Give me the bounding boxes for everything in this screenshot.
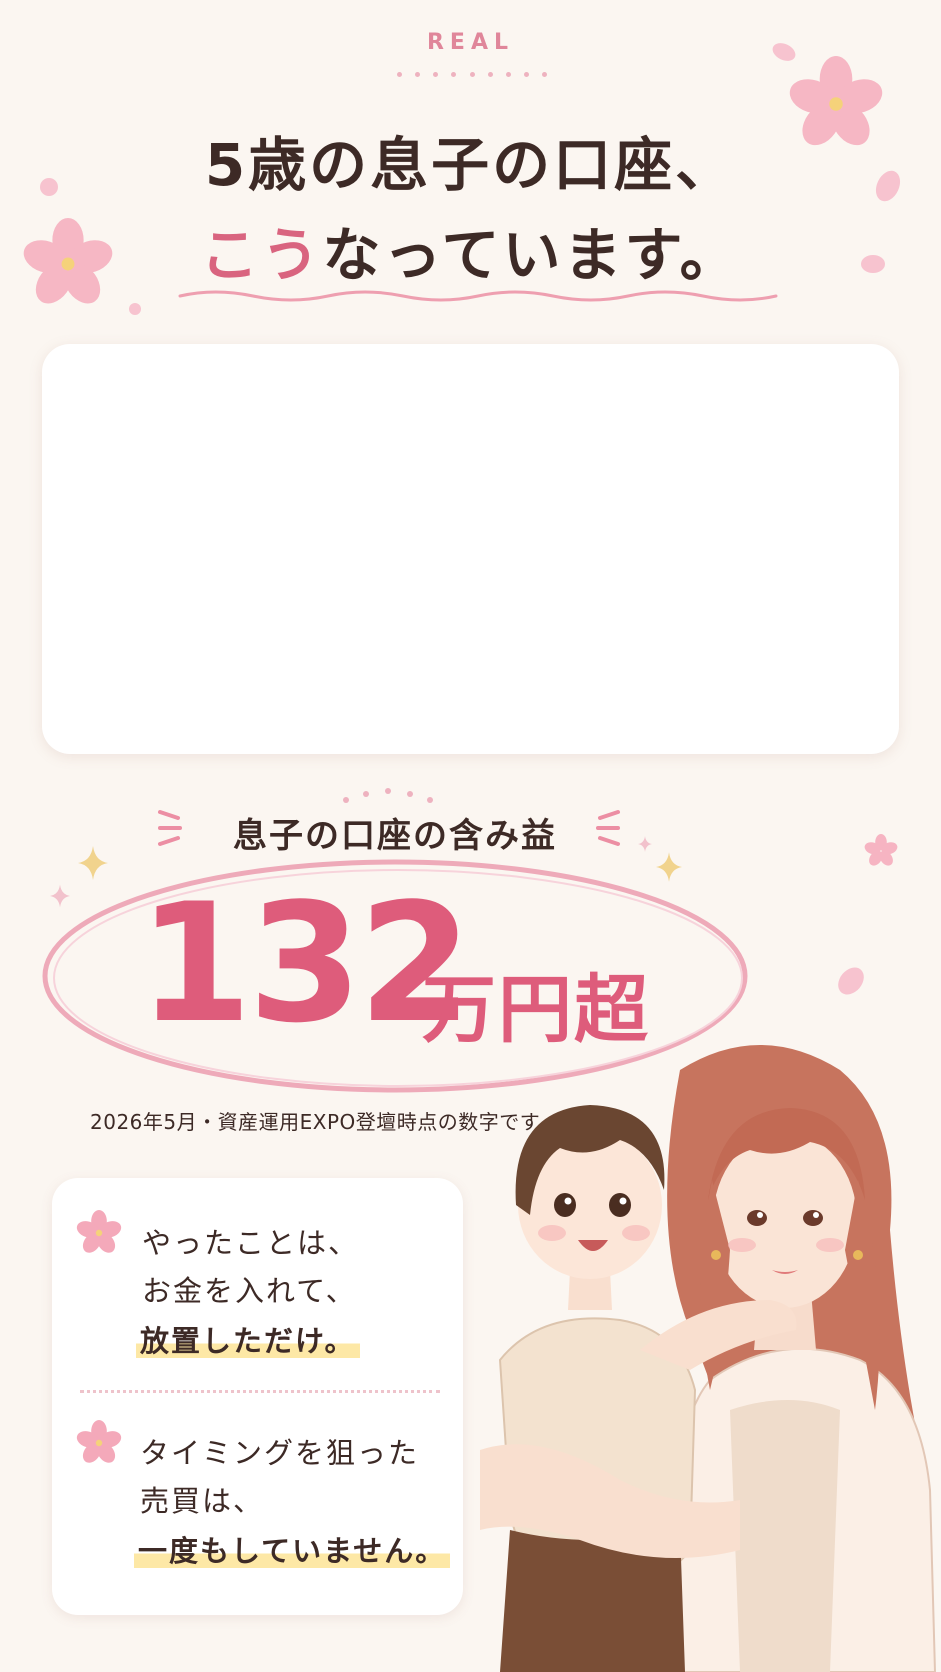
eyebrow-label: REAL xyxy=(426,30,514,55)
title-rest: なっています。 xyxy=(322,221,741,289)
petal-icon xyxy=(129,303,141,315)
card-item2-highlight-text: 一度もしていません。 xyxy=(134,1534,451,1568)
cherry-blossom-icon xyxy=(864,834,898,866)
card-item2-line1: タイミングを狙った xyxy=(140,1436,420,1470)
card-item1-highlight: 放置しただけ。 xyxy=(136,1318,360,1360)
page-title-line2: こうなっています。 xyxy=(0,208,941,292)
mother-and-son-illustration xyxy=(480,1045,937,1672)
card-divider xyxy=(80,1390,440,1393)
page-title-line1: 5歳の息子の口座、 xyxy=(204,131,737,199)
gains-footnote: 2026年5月・資産運用EXPO登壇時点の数字です xyxy=(90,1110,541,1134)
card-item2-highlight: 一度もしていません。 xyxy=(134,1528,451,1570)
eyebrow-dots xyxy=(397,72,547,77)
gains-label: 息子の口座の含み益 xyxy=(233,816,557,856)
top-dots xyxy=(343,788,433,803)
card-item1-line1: やったことは、 xyxy=(142,1226,360,1260)
card-item1-line2: お金を入れて、 xyxy=(142,1274,357,1308)
gains-amount: 132 xyxy=(138,868,472,1059)
title-accent: こう xyxy=(200,221,323,289)
account-screenshot-panel xyxy=(42,344,899,754)
petal-icon xyxy=(838,967,864,995)
cherry-blossom-icon xyxy=(76,1210,122,1253)
card-item2-line2: 売買は、 xyxy=(140,1484,265,1518)
card-item1-highlight-text: 放置しただけ。 xyxy=(136,1324,360,1358)
title-underline-wave xyxy=(178,290,778,302)
sparkle-icon xyxy=(638,836,652,852)
cherry-blossom-icon xyxy=(76,1420,122,1463)
